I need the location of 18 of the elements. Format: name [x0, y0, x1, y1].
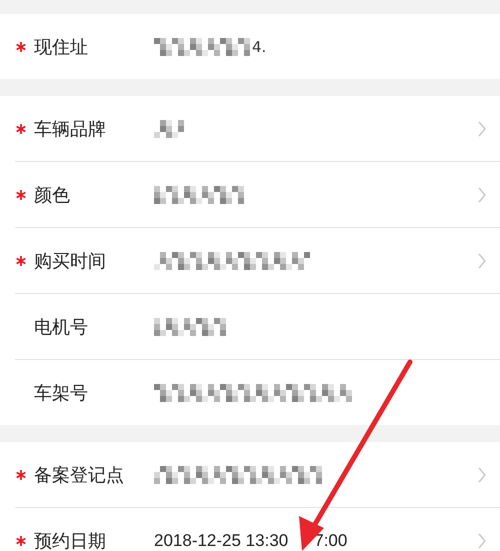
field-label: 现住址 [34, 36, 89, 58]
field-label: 颜色 [34, 184, 71, 206]
mosaic-drawing [154, 318, 226, 336]
field-label: 购买时间 [34, 250, 107, 272]
mosaic-drawing [154, 120, 186, 138]
field-label: 车辆品牌 [34, 118, 107, 140]
field-label: 备案登记点 [34, 464, 125, 486]
field-label: 车架号 [34, 382, 89, 404]
field-value: 2018-12-25 13:30 [154, 530, 288, 550]
field-value: 4. [252, 38, 266, 56]
chevron-icon[interactable] [478, 252, 486, 268]
chevron-icon[interactable] [478, 466, 486, 482]
field-label: 预约日期 [34, 530, 107, 551]
chevron-icon[interactable] [478, 532, 486, 548]
chevron-icon[interactable] [478, 186, 486, 202]
field-value: 7:00 [314, 530, 348, 550]
field-label: 电机号 [34, 316, 89, 338]
chevron-icon[interactable] [478, 120, 486, 136]
